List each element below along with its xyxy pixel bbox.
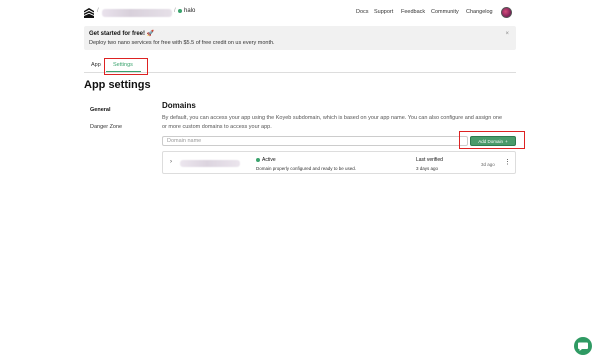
breadcrumb-separator: / [174,8,176,14]
avatar[interactable] [501,7,512,18]
domain-name-input[interactable] [162,136,468,146]
sidebar-item-danger-zone[interactable]: Danger Zone [90,124,122,130]
highlight-box [459,131,525,149]
highlight-box [104,58,148,75]
section-description: By default, you can access your app usin… [162,115,503,130]
chat-icon [578,342,588,351]
banner-title: Get started for free! 🚀 [89,31,155,37]
breadcrumb-organization-redacted[interactable] [102,9,172,17]
promo-banner: Get started for free! 🚀 Deploy two nano … [84,26,516,50]
status-dot-icon [256,158,260,162]
tabs-divider [84,72,516,73]
chat-support-button[interactable] [574,337,592,355]
close-icon[interactable]: × [505,31,509,37]
last-verified-label: Last verified [416,157,443,163]
koyeb-logo-icon[interactable] [84,8,94,18]
status-description: Domain properly configured and ready to … [256,166,357,171]
status-badge: Active [256,157,276,163]
tab-app[interactable]: App [91,62,101,68]
domain-age: 3d ago [481,162,495,167]
banner-text: Deploy two nano services for free with $… [89,40,275,46]
top-bar: / / halo Docs Support Feedback Community… [0,0,600,26]
chevron-right-icon[interactable]: › [170,159,172,165]
domain-name-redacted [180,160,240,167]
nav-community[interactable]: Community [431,9,459,15]
domain-row[interactable]: › Active Domain properly configured and … [162,151,516,174]
last-verified-value: 3 days ago [416,166,439,171]
breadcrumb-app[interactable]: halo [178,8,195,14]
nav-feedback[interactable]: Feedback [401,9,425,15]
nav-changelog[interactable]: Changelog [466,9,493,15]
status-dot-icon [178,9,182,13]
nav-docs[interactable]: Docs [356,9,369,15]
status-label: Active [262,157,276,163]
breadcrumb-separator: / [97,8,99,14]
more-options-icon[interactable]: ⋮ [504,159,511,166]
sidebar-item-general[interactable]: General [90,107,110,113]
nav-support[interactable]: Support [374,9,393,15]
page-title: App settings [84,79,151,91]
app-name: halo [184,8,196,14]
section-title: Domains [162,101,196,110]
